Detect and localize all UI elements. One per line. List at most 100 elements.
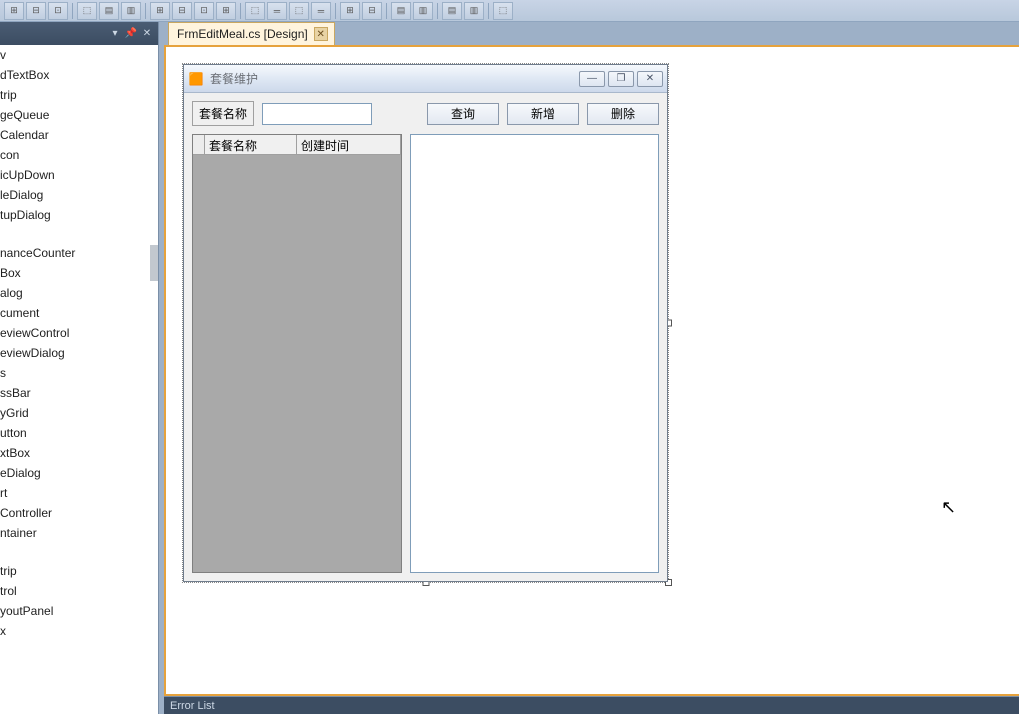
toolbar-button[interactable]: ⬚ [77,2,97,20]
toolbox-item[interactable]: eDialog [0,463,158,483]
toolbar-button[interactable]: ⊡ [48,2,68,20]
query-button[interactable]: 查询 [427,103,499,125]
toolbox-item[interactable] [0,641,158,659]
toolbox-item[interactable]: alog [0,283,158,303]
form-selection-outline: 🟧 套餐维护 — ❐ ✕ 套餐名称 查询 [182,63,669,583]
toolbar-separator [488,3,489,19]
toolbox-item[interactable]: trip [0,561,158,581]
toolbar-button[interactable]: ⊞ [340,2,360,20]
toolbox-item[interactable]: dTextBox [0,65,158,85]
scrollbar-thumb[interactable] [150,245,158,281]
close-button[interactable]: ✕ [637,71,663,87]
toolbox-item[interactable] [0,225,158,243]
toolbox-item[interactable]: x [0,621,158,641]
minimize-button[interactable]: — [579,71,605,87]
error-list-tab[interactable]: Error List [170,700,215,712]
document-tab-strip: FrmEditMeal.cs [Design] ✕ [164,22,1019,47]
toolbox-item[interactable]: youtPanel [0,601,158,621]
toolbox-item[interactable]: ntainer [0,523,158,543]
form-window-buttons: — ❐ ✕ [579,71,663,87]
toolbar-button[interactable]: ⊞ [216,2,236,20]
designer-surface[interactable]: 🟧 套餐维护 — ❐ ✕ 套餐名称 查询 [164,47,1019,696]
toolbar-button[interactable]: ▥ [121,2,141,20]
toolbox-item[interactable] [0,659,158,677]
maximize-button[interactable]: ❐ [608,71,634,87]
toolbar-button[interactable]: ⊡ [194,2,214,20]
toolbar-button[interactable]: ▤ [442,2,462,20]
toolbar-button[interactable]: ▤ [99,2,119,20]
toolbar-button[interactable]: ▥ [464,2,484,20]
toolbar-separator [72,3,73,19]
toolbox-item[interactable]: trip [0,85,158,105]
toolbar-button[interactable]: ⬚ [245,2,265,20]
toolbox-item[interactable]: yGrid [0,403,158,423]
toolbox-item[interactable]: eviewDialog [0,343,158,363]
add-button[interactable]: 新增 [507,103,579,125]
toolbox-item[interactable] [0,543,158,561]
toolbox-item[interactable]: tupDialog [0,205,158,225]
datagrid-rowheader [193,135,205,155]
form-app-icon: 🟧 [188,71,204,87]
toolbox-item[interactable]: Box [0,263,158,283]
toolbar-button[interactable]: ═ [267,2,287,20]
toolbar-button[interactable]: ⊟ [26,2,46,20]
top-toolbar: ⊞ ⊟ ⊡ ⬚ ▤ ▥ ⊞ ⊟ ⊡ ⊞ ⬚ ═ ⬚ ═ ⊞ ⊟ ▤ ▥ ▤ ▥ … [0,0,1019,22]
datagrid-column-name[interactable]: 套餐名称 [205,135,297,155]
toolbox-item[interactable]: Calendar [0,125,158,145]
main-layout: ▾ 📌 ✕ vdTextBoxtripgeQueueCalendarconicU… [0,22,1019,714]
toolbar-button[interactable]: ⊞ [4,2,24,20]
toolbox-item[interactable]: rt [0,483,158,503]
delete-button[interactable]: 删除 [587,103,659,125]
toolbar-button[interactable]: ▤ [391,2,411,20]
search-row: 套餐名称 查询 新增 删除 [192,101,659,126]
toolbox-item[interactable]: eviewControl [0,323,158,343]
toolbox-item[interactable]: geQueue [0,105,158,125]
toolbox-item[interactable]: utton [0,423,158,443]
toolbox-body: vdTextBoxtripgeQueueCalendarconicUpDownl… [0,45,158,714]
toolbox-item[interactable]: icUpDown [0,165,158,185]
search-input[interactable] [262,103,372,125]
toolbar-separator [240,3,241,19]
document-tab-label: FrmEditMeal.cs [Design] [177,27,308,41]
form-columns: 套餐名称 创建时间 [192,134,659,573]
toolbox-pin-icon[interactable]: 📌 [124,27,138,41]
toolbox-close-icon[interactable]: ✕ [140,27,154,41]
toolbox-panel: ▾ 📌 ✕ vdTextBoxtripgeQueueCalendarconicU… [0,22,159,714]
close-tab-icon[interactable]: ✕ [314,27,328,41]
search-label: 套餐名称 [192,101,254,126]
toolbox-item[interactable]: Controller [0,503,158,523]
toolbar-button[interactable]: ⬚ [289,2,309,20]
toolbox-item[interactable]: s [0,363,158,383]
toolbar-separator [386,3,387,19]
toolbox-item[interactable]: trol [0,581,158,601]
toolbox-item[interactable]: v [0,45,158,65]
mouse-cursor-icon: ↖ [941,497,956,518]
toolbar-button[interactable]: ═ [311,2,331,20]
toolbar-separator [437,3,438,19]
toolbox-dropdown-icon[interactable]: ▾ [108,27,122,41]
toolbox-item[interactable]: leDialog [0,185,158,205]
toolbox-item[interactable]: nanceCounter [0,243,158,263]
toolbar-separator [145,3,146,19]
detail-panel[interactable] [410,134,659,573]
bottom-panel-strip: Error List [164,696,1019,714]
form-title-text: 套餐维护 [210,70,573,87]
toolbox-item[interactable]: cument [0,303,158,323]
toolbox-item[interactable]: ssBar [0,383,158,403]
toolbar-button[interactable]: ⊟ [362,2,382,20]
toolbox-list: vdTextBoxtripgeQueueCalendarconicUpDownl… [0,45,158,677]
document-tab[interactable]: FrmEditMeal.cs [Design] ✕ [168,22,335,45]
datagrid-column-created[interactable]: 创建时间 [297,135,401,155]
toolbox-item[interactable]: con [0,145,158,165]
form-titlebar: 🟧 套餐维护 — ❐ ✕ [184,65,667,93]
datagrid[interactable]: 套餐名称 创建时间 [192,134,402,573]
toolbar-separator [335,3,336,19]
toolbar-button[interactable]: ⬚ [493,2,513,20]
toolbar-button[interactable]: ⊞ [150,2,170,20]
toolbar-button[interactable]: ▥ [413,2,433,20]
datagrid-body[interactable] [193,155,401,572]
toolbox-header: ▾ 📌 ✕ [0,22,158,45]
toolbox-item[interactable]: xtBox [0,443,158,463]
toolbar-button[interactable]: ⊟ [172,2,192,20]
designed-form-window[interactable]: 🟧 套餐维护 — ❐ ✕ 套餐名称 查询 [183,64,668,582]
